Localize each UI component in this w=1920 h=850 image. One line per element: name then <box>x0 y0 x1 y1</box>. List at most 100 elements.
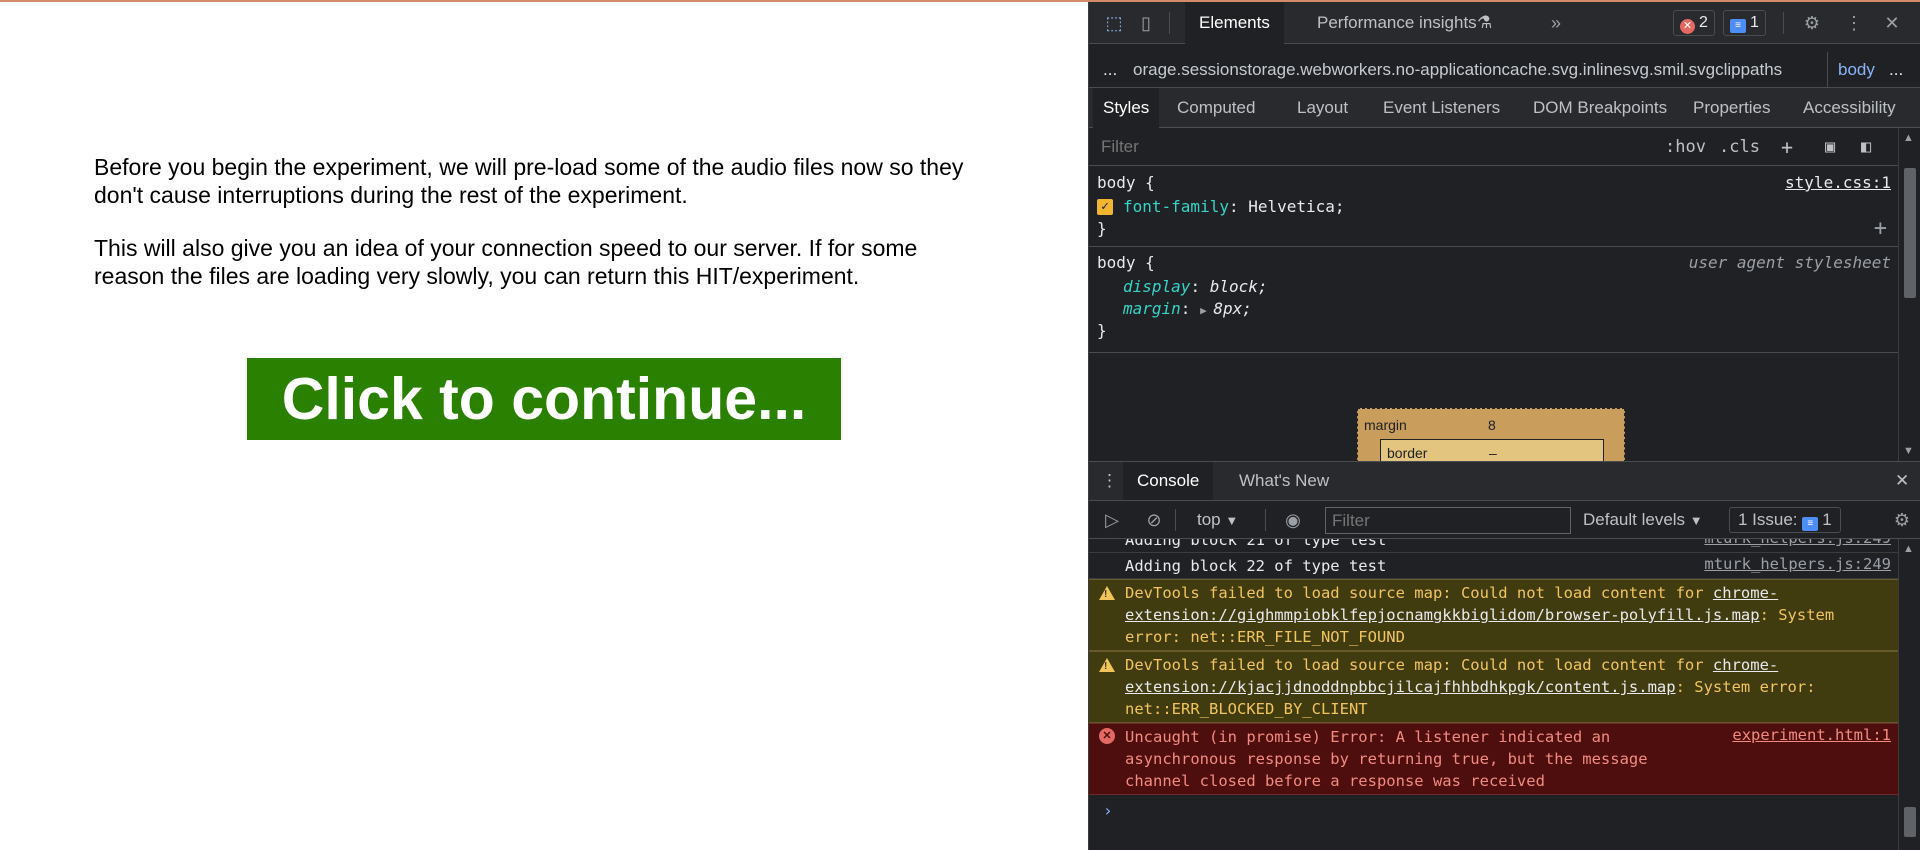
eye-icon[interactable]: ◉ <box>1279 507 1307 533</box>
gear-icon[interactable]: ⚙ <box>1799 10 1825 36</box>
inspect-element-icon[interactable]: ⬚ <box>1101 10 1127 36</box>
error-count: 2 <box>1699 14 1708 31</box>
styles-filter-bar: :hov .cls + ▣ ◧ <box>1089 128 1899 166</box>
tab-layout[interactable]: Layout <box>1287 88 1358 128</box>
console-message-source[interactable]: mturk_helpers.js:249 <box>1704 539 1891 547</box>
new-rule-icon[interactable]: + <box>1781 134 1793 160</box>
tab-accessibility[interactable]: Accessibility <box>1793 88 1906 128</box>
tab-properties[interactable]: Properties <box>1683 88 1780 128</box>
console-prompt[interactable]: › <box>1103 801 1113 820</box>
toolbar-separator <box>1169 12 1170 34</box>
console-warning: ! DevTools failed to load source map: Co… <box>1089 651 1899 723</box>
message-icon: ≡ <box>1730 19 1746 33</box>
property-declaration: margin: ▶ 8px; <box>1123 298 1252 320</box>
console-filter-input[interactable] <box>1325 507 1571 534</box>
console-settings-icon[interactable]: ⚙ <box>1889 507 1915 533</box>
issues-label: 1 Issue: <box>1738 510 1798 529</box>
toolbar-separator <box>1175 509 1176 531</box>
issues-button[interactable]: 1 Issue: ≡ 1 <box>1729 507 1841 533</box>
rule-close-brace: } <box>1097 321 1107 340</box>
warning-icon-mark: ! <box>1104 589 1108 600</box>
style-rule: body { user agent stylesheet display: bl… <box>1089 252 1899 348</box>
add-property-icon[interactable]: + <box>1874 216 1887 241</box>
scrollbar-thumb[interactable] <box>1904 168 1916 298</box>
rule-selector[interactable]: body { <box>1097 172 1155 194</box>
hover-state-button[interactable]: :hov <box>1665 134 1706 160</box>
chevron-double-right-icon[interactable]: » <box>1543 10 1569 36</box>
breadcrumb-current[interactable]: body <box>1827 52 1875 87</box>
console-message-source[interactable]: mturk_helpers.js:249 <box>1704 555 1891 573</box>
experiment-page: Before you begin the experiment, we will… <box>0 2 1088 850</box>
property-name: display <box>1123 277 1191 296</box>
styles-filter-input[interactable] <box>1095 133 1653 161</box>
device-toolbar-icon[interactable]: ▯ <box>1133 10 1159 36</box>
rule-source-link[interactable]: style.css:1 <box>1785 172 1891 194</box>
tab-dom-breakpoints[interactable]: DOM Breakpoints <box>1523 88 1677 128</box>
close-drawer-icon[interactable]: ✕ <box>1881 462 1920 500</box>
box-model-margin-value[interactable]: 8 <box>1488 417 1496 433</box>
close-icon[interactable]: ✕ <box>1879 10 1905 36</box>
chevron-down-icon: ▼ <box>1225 513 1239 528</box>
message-count: 1 <box>1750 14 1759 31</box>
property-colon: : <box>1180 299 1201 318</box>
error-count-badge[interactable]: ✕ 2 <box>1673 10 1715 36</box>
devtools-panel: ⬚ ▯ Elements Performance insights ⚗ » ✕ 2… <box>1088 2 1920 850</box>
console-message: Adding block 21 of type test mturk_helpe… <box>1089 539 1899 553</box>
warning-prefix: DevTools failed to load source map: Coul… <box>1125 656 1713 674</box>
scroll-up-icon[interactable]: ▲ <box>1903 543 1914 555</box>
tab-performance-insights[interactable]: Performance insights <box>1303 2 1491 44</box>
tab-event-listeners[interactable]: Event Listeners <box>1373 88 1510 128</box>
property-value: 8px; <box>1213 299 1252 318</box>
log-levels-value: Default levels <box>1583 510 1686 529</box>
expand-triangle-icon[interactable]: ▶ <box>1200 304 1213 317</box>
breadcrumb-path[interactable]: orage.sessionstorage.webworkers.no-appli… <box>1133 52 1782 87</box>
rule-divider <box>1089 352 1899 353</box>
tab-computed[interactable]: Computed <box>1167 88 1265 128</box>
styles-pane: body { style.css:1 ✓ font-family: Helvet… <box>1089 166 1899 461</box>
box-model-margin-label: margin <box>1364 417 1407 433</box>
error-icon: ✕ <box>1680 19 1695 34</box>
rule-selector[interactable]: body { <box>1097 252 1155 274</box>
clear-console-icon[interactable]: ⊘ <box>1141 507 1167 533</box>
scroll-down-icon[interactable]: ▼ <box>1903 445 1914 457</box>
paint-icon[interactable]: ▣ <box>1825 134 1835 160</box>
styles-scrollbar[interactable]: ▲ ▼ <box>1898 128 1920 461</box>
box-model-border-value[interactable]: – <box>1489 445 1497 461</box>
rule-source: user agent stylesheet <box>1688 253 1891 272</box>
drawer-menu-icon[interactable]: ⋮ <box>1093 462 1126 500</box>
breadcrumb-ellipsis[interactable]: ... <box>1103 52 1117 87</box>
property-checkbox[interactable]: ✓ <box>1097 199 1113 215</box>
flask-icon: ⚗ <box>1477 13 1493 32</box>
log-levels-select[interactable]: Default levels ▼ <box>1583 507 1703 533</box>
property-declaration: display: block; <box>1123 276 1268 298</box>
console-message: Adding block 22 of type test mturk_helpe… <box>1089 553 1899 579</box>
rule-close-brace: } <box>1097 219 1107 238</box>
context-select[interactable]: top ▼ <box>1197 507 1238 533</box>
breadcrumb: ... orage.sessionstorage.webworkers.no-a… <box>1089 52 1920 88</box>
tab-styles[interactable]: Styles <box>1093 88 1160 128</box>
tab-whats-new[interactable]: What's New <box>1225 462 1343 500</box>
console-scrollbar[interactable]: ▲ <box>1898 539 1920 850</box>
property-value: block; <box>1209 277 1268 296</box>
scroll-up-icon[interactable]: ▲ <box>1903 132 1914 144</box>
breadcrumb-more[interactable]: ... <box>1889 52 1903 87</box>
style-rule: body { style.css:1 ✓ font-family: Helvet… <box>1089 172 1899 244</box>
tab-console[interactable]: Console <box>1123 462 1214 500</box>
property-declaration[interactable]: font-family: Helvetica; <box>1123 196 1345 218</box>
sidebar-toggle-icon[interactable]: ▷ <box>1099 507 1125 533</box>
kebab-menu-icon[interactable]: ⋮ <box>1841 10 1867 36</box>
issue-icon: ≡ <box>1802 517 1819 531</box>
console-error: ✕ Uncaught (in promise) Error: A listene… <box>1089 723 1899 795</box>
console-warning: ! DevTools failed to load source map: Co… <box>1089 579 1899 651</box>
connection-paragraph: This will also give you an idea of your … <box>94 235 918 289</box>
warning-prefix: DevTools failed to load source map: Coul… <box>1125 584 1713 602</box>
console-error-source[interactable]: experiment.html:1 <box>1732 726 1891 744</box>
toggle-sidebar-icon[interactable]: ◧ <box>1861 134 1871 160</box>
scrollbar-thumb[interactable] <box>1904 807 1916 837</box>
continue-button[interactable]: Click to continue... <box>247 358 841 440</box>
tab-elements[interactable]: Elements <box>1185 2 1284 44</box>
drawer-tabs: ⋮ Console What's New ✕ <box>1089 461 1920 501</box>
message-count-badge[interactable]: ≡ 1 <box>1723 10 1766 36</box>
class-toggle-button[interactable]: .cls <box>1719 134 1760 160</box>
toolbar-separator <box>1265 509 1266 531</box>
